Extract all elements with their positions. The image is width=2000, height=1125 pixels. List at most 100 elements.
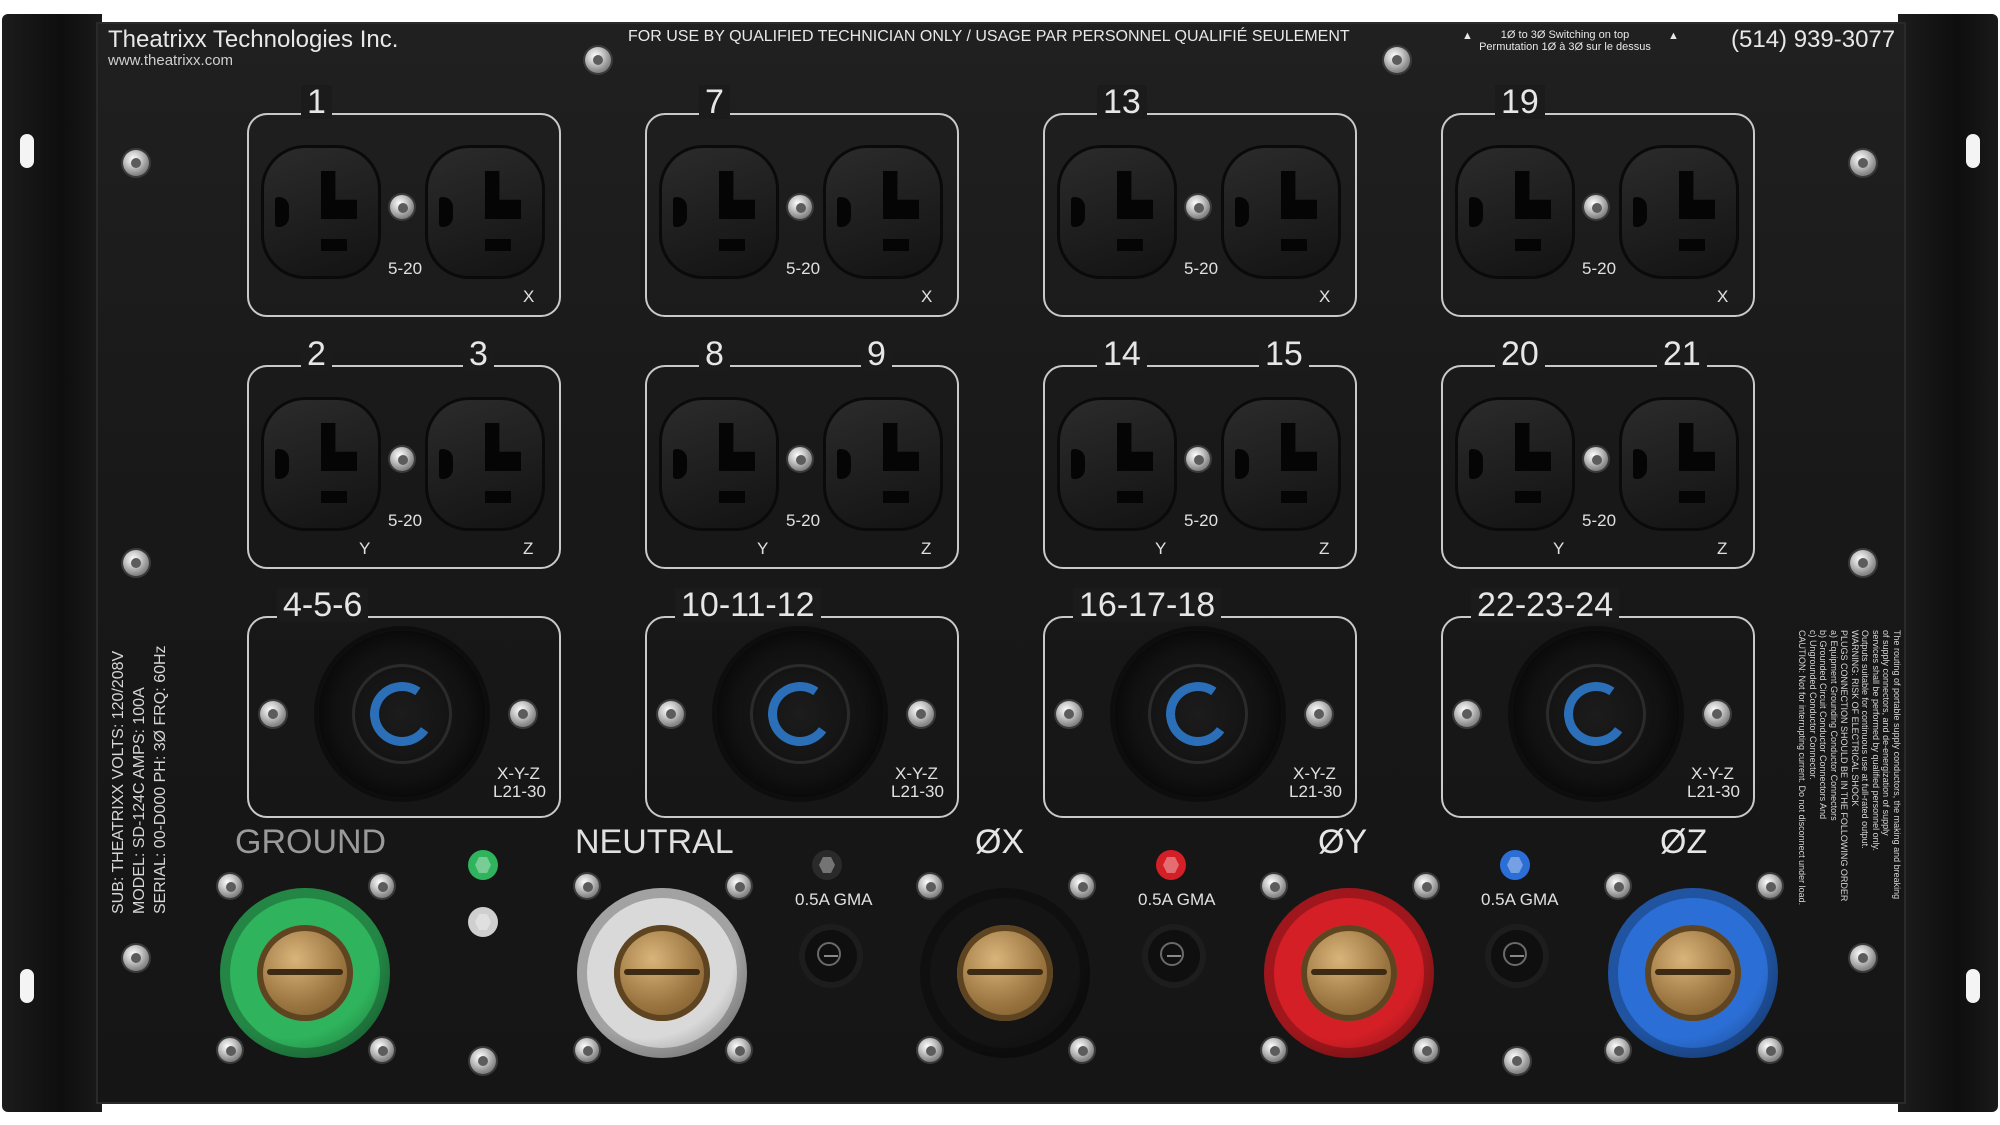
qualified-warning: FOR USE BY QUALIFIED TECHNICIAN ONLY / U…	[628, 28, 1350, 45]
receptacle-type: L21-30	[493, 782, 546, 801]
phase-label: Z	[1717, 539, 1728, 558]
ground-slot	[1679, 239, 1705, 251]
ground-indicator-icon	[468, 850, 498, 880]
panel-screw	[123, 550, 149, 576]
fuse-holder[interactable]	[1148, 930, 1200, 982]
l21-30-receptacle[interactable]	[318, 630, 486, 798]
phase-label: X	[1319, 287, 1331, 306]
circuit-number: 8	[699, 337, 730, 371]
spec-line: SERIAL: 00-D000 PH: 3Ø FRQ: 60Hz	[152, 645, 169, 914]
receptacle-slot	[1117, 171, 1153, 219]
receptacle-type: 5-20	[1582, 511, 1617, 530]
connector-screw	[1414, 874, 1438, 898]
ground-slot	[1117, 491, 1143, 503]
nema-5-20-receptacle[interactable]	[1455, 145, 1575, 279]
ground-slot	[719, 239, 745, 251]
phase-label: X-Y-Z	[895, 764, 938, 783]
connector-screw	[1758, 1038, 1782, 1062]
receptacle-slot	[1679, 423, 1715, 471]
camlok-connector[interactable]	[1608, 888, 1778, 1058]
receptacle-slot	[1117, 423, 1153, 471]
circuit-number: 14	[1097, 337, 1147, 371]
panel-screw	[1504, 1048, 1530, 1074]
left-mounting-ear	[2, 14, 102, 1112]
spec-line: MODEL: SD-124C AMPS: 100A	[131, 687, 148, 914]
receptacle-slot	[1679, 171, 1715, 219]
nema-5-20-receptacle[interactable]	[1619, 397, 1739, 531]
receptacle-screw	[788, 195, 812, 219]
notice-line: CAUTION: Not for interrupting current. D…	[1797, 630, 1808, 906]
feeder-label: ØX	[975, 823, 1025, 861]
nema-5-20-receptacle[interactable]	[261, 397, 381, 531]
phase-label: X	[1717, 287, 1729, 306]
receptacle-slot	[883, 171, 919, 219]
connector-screw	[918, 874, 942, 898]
receptacle-slot	[1633, 197, 1647, 227]
phase-x-indicator-icon	[812, 850, 842, 880]
circuit-number: 15	[1259, 337, 1309, 371]
receptacle-screw	[1584, 195, 1608, 219]
nema-5-20-receptacle[interactable]	[1221, 145, 1341, 279]
receptacle-slot	[485, 423, 521, 471]
nema-5-20-receptacle[interactable]	[425, 397, 545, 531]
connector-screw	[727, 874, 751, 898]
camlok-connector[interactable]	[920, 888, 1090, 1058]
receptacle-type: L21-30	[1289, 782, 1342, 801]
l21-30-receptacle[interactable]	[1512, 630, 1680, 798]
nema-5-20-receptacle[interactable]	[1455, 397, 1575, 531]
panel-screw	[1850, 150, 1876, 176]
ground-slot	[1679, 491, 1705, 503]
circuit-number: 3	[463, 337, 494, 371]
phase-label: X	[523, 287, 535, 306]
receptacle-screw	[390, 195, 414, 219]
receptacle-screw	[1306, 701, 1332, 727]
connector-screw	[1262, 1038, 1286, 1062]
nema-5-20-receptacle[interactable]	[659, 397, 779, 531]
receptacle-slot	[1235, 197, 1249, 227]
circuit-range: 4-5-6	[277, 588, 369, 622]
nema-5-20-receptacle[interactable]	[1619, 145, 1739, 279]
nema-5-20-receptacle[interactable]	[1057, 145, 1177, 279]
receptacle-slot	[837, 197, 851, 227]
nema-5-20-receptacle[interactable]	[659, 145, 779, 279]
nema-5-20-receptacle[interactable]	[823, 145, 943, 279]
circuit-range: 22-23-24	[1471, 588, 1620, 622]
receptacle-screw	[788, 447, 812, 471]
ground-slot	[485, 491, 511, 503]
connector-screw	[1414, 1038, 1438, 1062]
phase-label: Y	[359, 539, 371, 558]
brass-contact	[957, 925, 1053, 1021]
connector-screw	[1758, 874, 1782, 898]
panel-screw	[123, 150, 149, 176]
fuse-rating: 0.5A GMA	[1481, 890, 1559, 909]
camlok-connector[interactable]	[1264, 888, 1434, 1058]
panel-screw	[585, 47, 611, 73]
l21-30-receptacle[interactable]	[1114, 630, 1282, 798]
nema-5-20-receptacle[interactable]	[1057, 397, 1177, 531]
phone-number: (514) 939-3077	[1731, 26, 1896, 53]
circuit-number: 9	[861, 337, 892, 371]
brass-contact	[1301, 925, 1397, 1021]
circuit-number: 20	[1495, 337, 1545, 371]
neutral-indicator-icon	[468, 907, 498, 937]
nema-5-20-receptacle[interactable]	[1221, 397, 1341, 531]
camlok-connector[interactable]	[577, 888, 747, 1058]
fuse-holder[interactable]	[1491, 930, 1543, 982]
nema-5-20-receptacle[interactable]	[261, 145, 381, 279]
ground-slot	[883, 239, 909, 251]
phase-y-indicator-icon	[1156, 850, 1186, 880]
arrow-up-icon: ▲	[1668, 30, 1679, 42]
connector-screw	[370, 874, 394, 898]
nema-5-20-receptacle[interactable]	[425, 145, 545, 279]
receptacle-type: 5-20	[1184, 259, 1219, 278]
nema-5-20-receptacle[interactable]	[823, 397, 943, 531]
fuse-rating: 0.5A GMA	[795, 890, 873, 909]
receptacle-slot	[1633, 449, 1647, 479]
receptacle-type: 5-20	[388, 511, 423, 530]
camlok-connector[interactable]	[220, 888, 390, 1058]
l21-30-receptacle[interactable]	[716, 630, 884, 798]
arrow-up-icon: ▲	[1462, 30, 1473, 42]
fuse-holder[interactable]	[805, 930, 857, 982]
mounting-slot	[20, 969, 34, 1003]
receptacle-slot	[439, 449, 453, 479]
